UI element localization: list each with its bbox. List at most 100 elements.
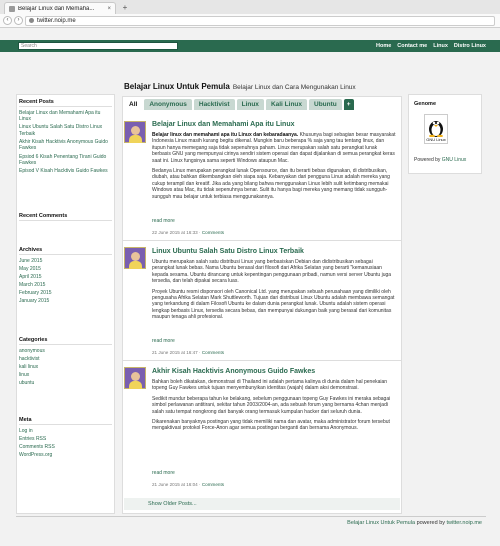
post-paragraph: Dikarenakan banyaknya postingan yang tid… [152, 419, 390, 432]
recent-post-link[interactable]: Episod V Kisah Hacktivis Guido Fawkes [16, 167, 115, 175]
post-thumbnail[interactable] [124, 367, 146, 389]
recent-post-link[interactable]: Linux Ubuntu Salah Satu Distro Linux Ter… [16, 124, 115, 139]
meta-link[interactable]: Entries RSS [16, 435, 115, 443]
category-tabs: All Anonymous Hacktivist Linux Kali Linu… [124, 99, 354, 110]
archive-link[interactable]: April 2015 [16, 273, 115, 281]
post-meta: 22 June 2015 at 16:33 · Comments [152, 230, 225, 235]
post-excerpt: Ubuntu merupakan salah satu distribusi L… [152, 259, 396, 325]
tab-ubuntu[interactable]: Ubuntu [309, 99, 342, 110]
site-title: Belajar Linux Untuk Pemula Belajar Linux … [124, 82, 356, 91]
genome-title: Genome [414, 101, 437, 107]
tab-all[interactable]: All [124, 99, 143, 110]
post-paragraph: Bedanya Linux merupakan perangkat lunak … [152, 168, 390, 200]
tab-linux[interactable]: Linux [236, 99, 264, 110]
post-divider [122, 360, 402, 361]
archive-link[interactable]: May 2015 [16, 265, 115, 273]
tab-anonymous[interactable]: Anonymous [144, 99, 192, 110]
category-link[interactable]: anonymous [16, 347, 115, 355]
badge-label: GNU Linux [426, 137, 446, 142]
post-paragraph: Proyek Ubuntu resmi disponsori oleh Cano… [152, 288, 395, 321]
forward-button[interactable]: › [14, 16, 23, 25]
widget-title: Archives [19, 247, 43, 253]
archive-link[interactable]: January 2015 [16, 297, 115, 305]
widget-meta: Meta Log in Entries RSS Comments RSS Wor… [16, 416, 115, 459]
footer-host-link[interactable]: twitter.noip.me [447, 520, 482, 526]
browser-tab[interactable]: Belajar Linux dan Memaha... × [4, 2, 116, 14]
footer-divider [16, 516, 486, 517]
category-link[interactable]: hacktivist [16, 355, 115, 363]
comments-link[interactable]: Comments [202, 350, 224, 355]
tab-title: Belajar Linux dan Memaha... [18, 5, 95, 12]
post-date: 21 June 2015 at 16:47 [152, 350, 198, 355]
divider [19, 254, 112, 255]
recent-post-link[interactable]: Belajar Linux dan Memahami Apa itu Linux [16, 109, 115, 124]
archive-link[interactable]: June 2015 [16, 257, 115, 265]
tux-penguin-icon [429, 121, 443, 137]
archive-link[interactable]: February 2015 [16, 289, 115, 297]
post-date: 21 June 2015 at 16:04 [152, 482, 198, 487]
category-link[interactable]: linux [16, 371, 115, 379]
divider [19, 106, 112, 107]
nav-distro-linux[interactable]: Distro Linux [454, 43, 486, 49]
post-title[interactable]: Belajar Linux dan Memahami Apa itu Linux [152, 121, 295, 128]
post-meta: 21 June 2015 at 16:04 · Comments [152, 482, 225, 487]
post-thumbnail[interactable] [124, 247, 146, 269]
tab-hacktivist[interactable]: Hacktivist [193, 99, 235, 110]
powered-by: Powered by GNU Linux [414, 157, 466, 163]
widget-title: Recent Posts [19, 99, 54, 105]
post-paragraph: Bahkan boleh dikatakan, demonstrasi di T… [152, 379, 388, 392]
post-thumbnail[interactable] [124, 121, 146, 143]
nav-home[interactable]: Home [376, 43, 391, 49]
tab-kali-linux[interactable]: Kali Linux [265, 99, 307, 110]
post-paragraph: Ubuntu merupakan salah satu distribusi L… [152, 259, 392, 285]
recent-post-link[interactable]: Epsiod 6 Kisah Penentang Tirani Guido Fa… [16, 153, 115, 168]
search-input[interactable]: Search [18, 42, 178, 50]
footer-site-link[interactable]: Belajar Linux Untuk Pemula [347, 520, 415, 526]
post-paragraph: Belajar linux dan memahami apa itu Linux… [152, 132, 396, 164]
read-more-link[interactable]: read more [152, 218, 175, 224]
top-navigation: Home Contact me Linux Distro Linux [376, 40, 486, 52]
url-text: twitter.noip.me [37, 17, 76, 24]
nav-contact[interactable]: Contact me [397, 43, 427, 49]
site-title-text[interactable]: Belajar Linux Untuk Pemula [124, 82, 230, 91]
post-excerpt: Bahkan boleh dikatakan, demonstrasi di T… [152, 379, 396, 436]
nav-linux[interactable]: Linux [433, 43, 448, 49]
favicon-icon [9, 5, 15, 12]
divider [19, 220, 112, 221]
widget-categories: Categories anonymous hacktivist kali lin… [16, 336, 115, 387]
widget-recent-posts: Recent Posts Belajar Linux dan Memahami … [16, 98, 115, 175]
widget-title: Recent Comments [19, 213, 68, 219]
post-excerpt: Belajar linux dan memahami apa itu Linux… [152, 132, 396, 204]
new-tab-button[interactable]: + [120, 3, 130, 13]
widget-archives: Archives June 2015 May 2015 April 2015 M… [16, 246, 115, 306]
show-older-posts-button[interactable]: Show Older Posts... [124, 498, 400, 510]
comments-link[interactable]: Comments [202, 482, 224, 487]
category-link[interactable]: kali linux [16, 363, 115, 371]
post-title[interactable]: Linux Ubuntu Salah Satu Distro Linux Ter… [152, 248, 304, 255]
recent-post-link[interactable]: Akhir Kisah Hacktivis Anonymous Guido Fa… [16, 138, 115, 153]
browser-tab-bar: Belajar Linux dan Memaha... × + [0, 0, 500, 14]
post-title[interactable]: Akhir Kisah Hacktivis Anonymous Guido Fa… [152, 368, 315, 375]
meta-link[interactable]: Comments RSS [16, 443, 115, 451]
widget-title: Meta [19, 417, 32, 423]
post-lead: Belajar linux dan memahami apa itu Linux… [152, 132, 299, 138]
post-meta: 21 June 2015 at 16:47 · Comments [152, 350, 225, 355]
archive-link[interactable]: March 2015 [16, 281, 115, 289]
back-button[interactable]: ‹ [3, 16, 12, 25]
close-tab-icon[interactable]: × [107, 6, 111, 12]
comments-link[interactable]: Comments [202, 230, 224, 235]
meta-link[interactable]: Log in [16, 427, 115, 435]
divider [19, 344, 112, 345]
read-more-link[interactable]: read more [152, 470, 175, 476]
gnu-linux-badge[interactable]: GNU Linux [424, 114, 448, 144]
read-more-link[interactable]: read more [152, 338, 175, 344]
address-bar[interactable]: twitter.noip.me [25, 15, 495, 26]
meta-link[interactable]: WordPress.org [16, 451, 115, 459]
category-link[interactable]: ubuntu [16, 379, 115, 387]
tab-add-button[interactable]: + [343, 99, 354, 110]
footer-powered-by: powered by [416, 520, 445, 526]
navigation-bar: ‹ › twitter.noip.me [0, 14, 500, 28]
widget-title: Categories [19, 337, 48, 343]
info-icon[interactable] [29, 18, 34, 23]
powered-by-link[interactable]: GNU Linux [442, 157, 466, 163]
